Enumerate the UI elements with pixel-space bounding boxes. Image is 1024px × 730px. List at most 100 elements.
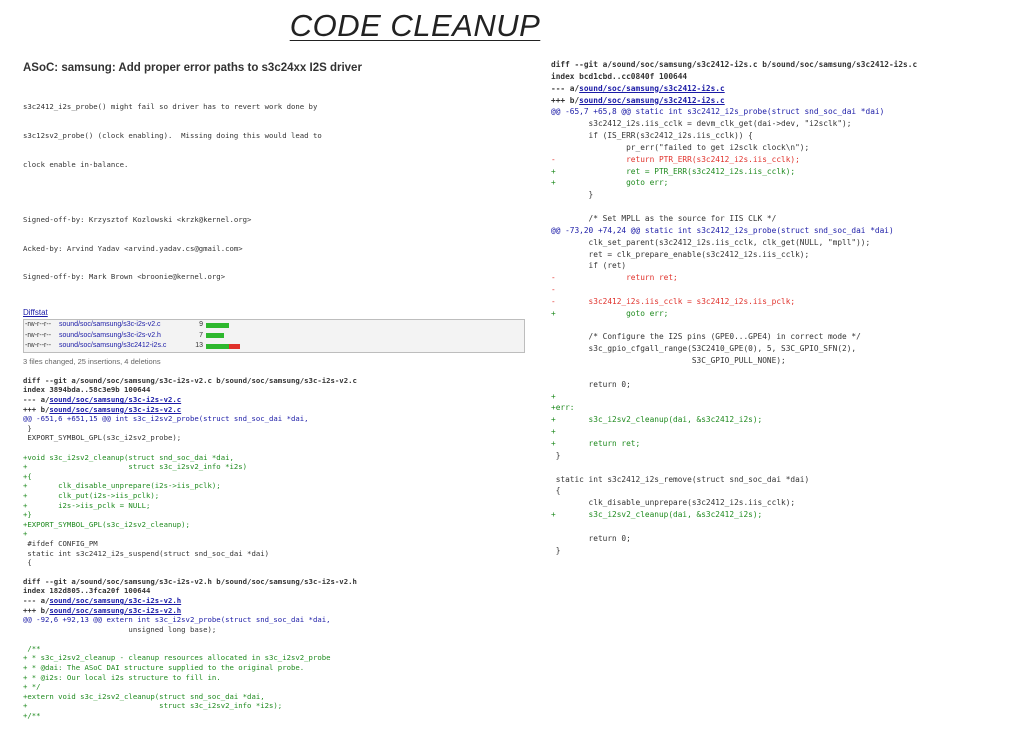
added-line: +} bbox=[23, 510, 32, 520]
added-line: +{ bbox=[23, 471, 32, 481]
context-line: return 0; bbox=[551, 379, 631, 389]
removed-line: - bbox=[551, 285, 556, 295]
context-line bbox=[551, 521, 1011, 533]
deletions-bar bbox=[229, 344, 240, 350]
hunk-header: @@ -65,7 +65,8 @@ static int s3c2412_i2s… bbox=[551, 107, 885, 117]
context-line: } bbox=[551, 545, 561, 555]
commit-message: s3c2412_i2s_probe() might fail so driver… bbox=[23, 83, 533, 189]
diff-index: index 182d805..3fca20f 100644 bbox=[23, 586, 151, 596]
diffstat-row: -rw-r--r-- sound/soc/samsung/s3c-i2s-v2.h… bbox=[24, 331, 524, 342]
context-line: clk_set_parent(s3c2412_i2s.iis_cclk, clk… bbox=[551, 237, 871, 247]
added-line: + clk_disable_unprepare(i2s->iis_pclk); bbox=[23, 481, 221, 491]
file-path-link[interactable]: sound/soc/samsung/s3c-i2s-v2.h bbox=[59, 331, 193, 342]
diff-plus-prefix: +++ b/ bbox=[551, 95, 580, 105]
file-permissions: -rw-r--r-- bbox=[25, 331, 52, 339]
context-line: static int s3c2412_i2s_remove(struct snd… bbox=[551, 474, 810, 484]
diff-header: diff --git a/sound/soc/samsung/s3c-i2s-v… bbox=[23, 375, 357, 385]
context-line: return 0; bbox=[551, 533, 631, 543]
context-line: } bbox=[551, 190, 594, 200]
hunk-header: @@ -651,6 +651,15 @@ int s3c_i2sv2_probe… bbox=[23, 414, 309, 424]
file-path-link[interactable]: sound/soc/samsung/s3c2412-i2s.c bbox=[59, 341, 193, 352]
removed-line: - s3c2412_i2s.iis_cclk = s3c2412_i2s.iis… bbox=[551, 296, 796, 306]
commit-message-line: s3c12sv2_probe() (clock enabling). Missi… bbox=[23, 130, 322, 140]
commit-signoffs: Signed-off-by: Krzysztof Kozlowski <krzk… bbox=[23, 196, 533, 302]
context-line: { bbox=[23, 558, 32, 568]
added-line: +EXPORT_SYMBOL_GPL(s3c_i2sv2_cleanup); bbox=[23, 519, 190, 529]
context-line bbox=[551, 320, 1011, 332]
added-line: + bbox=[23, 529, 28, 539]
context-line: /* Configure the I2S pins (GPE0...GPE4) … bbox=[551, 332, 861, 342]
context-line: if (IS_ERR(s3c2412_i2s.iis_cclk)) { bbox=[551, 131, 753, 141]
diff-block: diff --git a/sound/soc/samsung/s3c-i2s-v… bbox=[23, 577, 533, 721]
context-line: EXPORT_SYMBOL_GPL(s3c_i2sv2_probe); bbox=[23, 433, 182, 443]
diff-minus-prefix: --- a/ bbox=[551, 83, 580, 93]
insertions-bar bbox=[206, 333, 225, 339]
file-permissions: -rw-r--r-- bbox=[25, 321, 52, 329]
added-line: + struct s3c_i2sv2_info *i2s); bbox=[23, 701, 283, 711]
context-line: unsigned long base); bbox=[23, 624, 217, 634]
context-line: s3c_gpio_cfgall_range(S3C2410_GPE(0), 5,… bbox=[551, 344, 857, 354]
file-path-link[interactable]: sound/soc/samsung/s3c-i2s-v2.c bbox=[59, 320, 193, 331]
diff-minus-prefix: --- a/ bbox=[23, 395, 50, 405]
change-bar bbox=[206, 344, 240, 350]
diff-plus-prefix: +++ b/ bbox=[23, 605, 50, 615]
diff-plus-path-link[interactable]: sound/soc/samsung/s3c2412-i2s.c bbox=[579, 96, 725, 105]
change-count: 9 bbox=[199, 321, 203, 329]
slide-title: CODE CLEANUP bbox=[289, 8, 541, 43]
added-line: + struct s3c_i2sv2_info *i2s) bbox=[23, 462, 248, 472]
diff-header: diff --git a/sound/soc/samsung/s3c2412-i… bbox=[551, 60, 918, 69]
added-line: + bbox=[551, 391, 556, 401]
diff-minus-path-link[interactable]: sound/soc/samsung/s3c-i2s-v2.h bbox=[49, 596, 181, 605]
context-line: pr_err("failed to get i2sclk clock\n"); bbox=[551, 142, 810, 152]
diff-block: diff --git a/sound/soc/samsung/s3c-i2s-v… bbox=[23, 376, 533, 568]
context-line: ret = clk_prepare_enable(s3c2412_i2s.iis… bbox=[551, 249, 810, 259]
added-line: + s3c_i2sv2_cleanup(dai, &s3c2412_i2s); bbox=[551, 510, 763, 520]
diffstat-table: -rw-r--r-- sound/soc/samsung/s3c-i2s-v2.c… bbox=[23, 319, 525, 353]
commit-panel: ASoC: samsung: Add proper error paths to… bbox=[23, 62, 533, 730]
diff-minus-path-link[interactable]: sound/soc/samsung/s3c2412-i2s.c bbox=[579, 84, 725, 93]
diff-plus-file: +++ b/sound/soc/samsung/s3c2412-i2s.c bbox=[551, 95, 1011, 107]
context-line: } bbox=[551, 450, 561, 460]
added-line: + * @i2s: Our local i2s structure to fil… bbox=[23, 672, 221, 682]
context-line: S3C_GPIO_PULL_NONE); bbox=[551, 356, 786, 366]
context-line bbox=[23, 634, 533, 644]
commit-title: ASoC: samsung: Add proper error paths to… bbox=[23, 62, 362, 74]
added-line: + s3c_i2sv2_cleanup(dai, &s3c2412_i2s); bbox=[551, 415, 763, 425]
diff-minus-file: --- a/sound/soc/samsung/s3c-i2s-v2.h bbox=[23, 596, 533, 606]
diff-minus-path-link[interactable]: sound/soc/samsung/s3c-i2s-v2.c bbox=[49, 395, 181, 404]
diff-header: diff --git a/sound/soc/samsung/s3c-i2s-v… bbox=[23, 576, 357, 586]
context-line bbox=[551, 462, 1011, 474]
context-line: #ifdef CONFIG_PM bbox=[23, 538, 98, 548]
diff-plus-path-link[interactable]: sound/soc/samsung/s3c-i2s-v2.h bbox=[49, 606, 181, 615]
hunk-header: @@ -92,6 +92,13 @@ extern int s3c_i2sv2_… bbox=[23, 615, 331, 625]
context-line: { bbox=[551, 486, 561, 496]
signoff-line: Signed-off-by: Krzysztof Kozlowski <krzk… bbox=[23, 214, 252, 224]
diff-index: index 3894bda..58c3e9b 100644 bbox=[23, 385, 151, 395]
left-diffs: diff --git a/sound/soc/samsung/s3c-i2s-v… bbox=[23, 376, 533, 721]
diffstat-link[interactable]: Diffstat bbox=[23, 308, 533, 317]
context-line bbox=[551, 201, 1011, 213]
removed-line: - return PTR_ERR(s3c2412_i2s.iis_cclk); bbox=[551, 154, 800, 164]
right-diff: diff --git a/sound/soc/samsung/s3c2412-i… bbox=[551, 59, 1011, 556]
commit-message-line: s3c2412_i2s_probe() might fail so driver… bbox=[23, 102, 318, 112]
added-line: + bbox=[551, 427, 556, 437]
diffstat-row: -rw-r--r-- sound/soc/samsung/s3c-i2s-v2.c… bbox=[24, 320, 524, 331]
context-line: if (ret) bbox=[551, 261, 627, 271]
context-line bbox=[23, 443, 533, 453]
diffstat-row: -rw-r--r-- sound/soc/samsung/s3c2412-i2s.… bbox=[24, 341, 524, 352]
context-line: s3c2412_i2s.iis_cclk = devm_clk_get(dai-… bbox=[551, 119, 852, 129]
added-line: + i2s->iis_pclk = NULL; bbox=[23, 500, 151, 510]
added-line: +/** bbox=[23, 711, 41, 721]
change-count: 7 bbox=[199, 331, 203, 339]
diff-plus-path-link[interactable]: sound/soc/samsung/s3c-i2s-v2.c bbox=[49, 405, 181, 414]
hunk-header: @@ -73,20 +74,24 @@ static int s3c2412_i… bbox=[551, 225, 894, 235]
diff-minus-file: --- a/sound/soc/samsung/s3c-i2s-v2.c bbox=[23, 395, 533, 405]
signoff-line: Signed-off-by: Mark Brown <broonie@kerne… bbox=[23, 272, 226, 282]
added-line: + goto err; bbox=[551, 308, 669, 318]
diff-plus-prefix: +++ b/ bbox=[23, 404, 50, 414]
context-line: } bbox=[23, 423, 32, 433]
added-line: /** bbox=[23, 643, 41, 653]
change-count: 13 bbox=[195, 342, 203, 350]
added-line: +void s3c_i2sv2_cleanup(struct snd_soc_d… bbox=[23, 452, 234, 462]
right-diff-panel: diff --git a/sound/soc/samsung/s3c2412-i… bbox=[551, 59, 1011, 565]
